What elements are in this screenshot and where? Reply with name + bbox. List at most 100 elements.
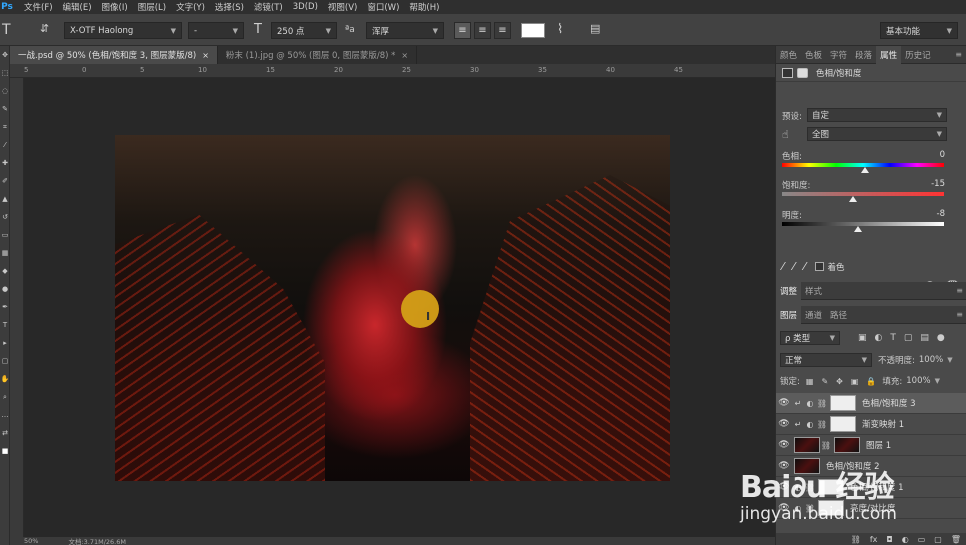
target-adjust-hand-icon[interactable]: ☝ xyxy=(782,128,789,141)
menu-layer[interactable]: 图层(L) xyxy=(138,1,166,13)
warp-text-icon[interactable]: ⌇ xyxy=(557,22,563,37)
menu-image[interactable]: 图像(I) xyxy=(102,1,128,13)
menu-help[interactable]: 帮助(H) xyxy=(409,1,439,13)
more-tools-icon[interactable]: … xyxy=(0,406,10,424)
swap-colors-icon[interactable]: ⇄ xyxy=(0,424,10,442)
tab-adjustments[interactable]: 调整 xyxy=(776,281,802,300)
gradient-tool-icon[interactable]: ▦ xyxy=(0,244,10,262)
font-family-select[interactable]: X-OTF Haolong ▼ xyxy=(64,22,182,39)
shape-tool-icon[interactable]: ▢ xyxy=(0,352,10,370)
visibility-eye-icon[interactable]: 👁 xyxy=(776,440,792,450)
doc-tab-inactive[interactable]: 粉末 (1).jpg @ 50% (图层 0, 图层蒙版/8) * × xyxy=(218,46,418,64)
saturation-slider-thumb[interactable] xyxy=(849,196,857,202)
panel-menu-icon[interactable]: ≡ xyxy=(956,310,963,319)
zoom-level[interactable]: 50% xyxy=(24,537,38,545)
menu-filter[interactable]: 滤镜(T) xyxy=(254,1,283,13)
align-left-button[interactable]: ≡ xyxy=(454,22,471,39)
link-icon[interactable]: ⛓ xyxy=(816,420,828,429)
text-tool-icon[interactable]: T xyxy=(0,316,10,334)
pen-tool-icon[interactable]: ✒ xyxy=(0,298,10,316)
colorize-checkbox[interactable] xyxy=(814,262,824,271)
preset-select[interactable]: 自定 ▼ xyxy=(807,108,947,122)
workspace-select[interactable]: 基本功能 ▼ xyxy=(880,22,958,39)
lock-transparent-icon[interactable]: ▦ xyxy=(806,377,814,386)
adjustment-filter-icon[interactable]: ◐ xyxy=(875,333,883,343)
pixel-filter-icon[interactable]: ▣ xyxy=(858,333,867,343)
adjustment-icon[interactable] xyxy=(782,67,793,78)
brush-tool-icon[interactable]: ✐ xyxy=(0,172,10,190)
close-icon[interactable]: × xyxy=(202,51,209,60)
link-layers-icon[interactable]: ⛓ xyxy=(851,535,861,544)
quick-select-tool-icon[interactable]: ✎ xyxy=(0,100,10,118)
tab-color[interactable]: 颜色 xyxy=(776,46,801,64)
saturation-value[interactable]: -15 xyxy=(931,179,945,189)
character-panel-icon[interactable]: ▤ xyxy=(590,22,600,35)
blend-mode-select[interactable]: 正常 ▼ xyxy=(780,353,872,367)
eraser-tool-icon[interactable]: ▭ xyxy=(0,226,10,244)
panel-menu-icon[interactable]: ≡ xyxy=(955,50,962,59)
align-center-button[interactable]: ≡ xyxy=(474,22,491,39)
lock-all-icon[interactable]: 🔒 xyxy=(866,377,876,386)
new-adjustment-icon[interactable]: ◐ xyxy=(902,535,909,544)
tab-properties[interactable]: 属性 xyxy=(876,45,902,64)
panel-menu-icon[interactable]: ≡ xyxy=(956,286,963,295)
layer-name[interactable]: 渐变映射 1 xyxy=(862,418,904,430)
tab-layers[interactable]: 图层 xyxy=(776,305,802,324)
lock-artboard-icon[interactable]: ▣ xyxy=(851,377,859,386)
eyedropper-add-icon[interactable]: ⁄ xyxy=(793,260,795,273)
tab-paths[interactable]: 路径 xyxy=(826,306,851,324)
new-layer-icon[interactable]: ▢ xyxy=(934,535,942,544)
dodge-tool-icon[interactable]: ● xyxy=(0,280,10,298)
lightness-value[interactable]: -8 xyxy=(937,209,945,219)
type-filter-icon[interactable]: T xyxy=(890,333,896,343)
smart-object-filter-icon[interactable]: ▤ xyxy=(920,333,929,343)
layer-style-icon[interactable]: fx xyxy=(870,535,878,544)
marquee-tool-icon[interactable]: ⬚ xyxy=(0,64,10,82)
history-brush-tool-icon[interactable]: ↺ xyxy=(0,208,10,226)
eyedropper-subtract-icon[interactable]: ⁄ xyxy=(804,260,806,273)
layer-thumbnail[interactable] xyxy=(794,437,820,453)
channel-select[interactable]: 全图 ▼ xyxy=(807,127,947,141)
link-icon[interactable]: ⛓ xyxy=(816,399,828,408)
saturation-slider[interactable] xyxy=(782,192,944,196)
tab-channels[interactable]: 通道 xyxy=(801,306,826,324)
link-icon[interactable]: ⛓ xyxy=(820,441,832,450)
tab-paragraph[interactable]: 段落 xyxy=(851,46,876,64)
menu-window[interactable]: 窗口(W) xyxy=(367,1,399,13)
blur-tool-icon[interactable]: ◆ xyxy=(0,262,10,280)
close-icon[interactable]: × xyxy=(401,51,408,60)
hue-value[interactable]: 0 xyxy=(940,150,945,160)
menu-file[interactable]: 文件(F) xyxy=(24,1,53,13)
tab-swatches[interactable]: 色板 xyxy=(801,46,826,64)
path-select-tool-icon[interactable]: ▸ xyxy=(0,334,10,352)
foreground-color-swatch[interactable]: ■ xyxy=(0,442,10,460)
layer-name[interactable]: 图层 1 xyxy=(866,439,891,451)
menu-select[interactable]: 选择(S) xyxy=(215,1,244,13)
layer-mask-thumbnail[interactable] xyxy=(834,437,860,453)
lasso-tool-icon[interactable]: ◌ xyxy=(0,82,10,100)
lightness-slider[interactable] xyxy=(782,222,944,226)
text-color-swatch[interactable] xyxy=(521,23,545,38)
font-size-select[interactable]: 250 点 ▼ xyxy=(271,22,337,39)
eyedropper-icon[interactable]: ⁄ xyxy=(782,260,784,273)
fill-value[interactable]: 100% xyxy=(906,376,930,386)
layer-row[interactable]: 👁 ⛓ 图层 1 xyxy=(776,435,966,456)
menu-view[interactable]: 视图(V) xyxy=(328,1,357,13)
zoom-tool-icon[interactable]: ⌕ xyxy=(0,388,10,406)
lightness-slider-thumb[interactable] xyxy=(854,226,862,232)
move-tool-icon[interactable]: ✥ xyxy=(0,46,10,64)
crop-tool-icon[interactable]: ⌗ xyxy=(0,118,10,136)
lock-position-icon[interactable]: ✥ xyxy=(836,377,843,386)
hue-slider-thumb[interactable] xyxy=(861,167,869,173)
hand-tool-icon[interactable]: ✋ xyxy=(0,370,10,388)
font-style-select[interactable]: - ▼ xyxy=(188,22,244,39)
menu-3d[interactable]: 3D(D) xyxy=(293,2,318,12)
tab-styles[interactable]: 样式 xyxy=(801,282,826,300)
canvas-area[interactable]: I xyxy=(24,78,775,537)
document-image[interactable]: I xyxy=(115,135,670,481)
align-right-button[interactable]: ≡ xyxy=(494,22,511,39)
menu-type[interactable]: 文字(Y) xyxy=(176,1,205,13)
layer-row[interactable]: 👁 ↵ ◐ ⛓ 色相/饱和度 3 xyxy=(776,393,966,414)
orientation-toggle-icon[interactable]: ⇵ xyxy=(40,22,49,35)
healing-tool-icon[interactable]: ✚ xyxy=(0,154,10,172)
